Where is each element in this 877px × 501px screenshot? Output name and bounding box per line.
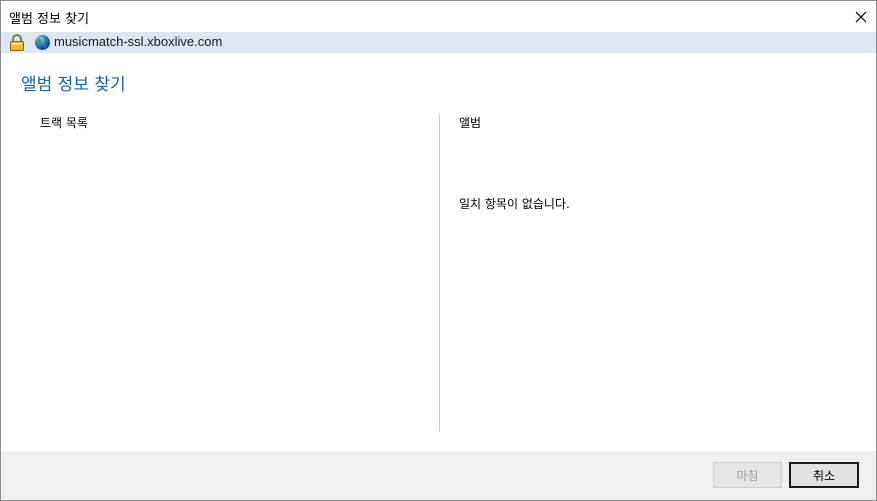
close-icon — [855, 11, 867, 22]
globe-icon — [35, 35, 50, 50]
finish-button[interactable]: 마침 — [713, 462, 782, 488]
cancel-button[interactable]: 취소 — [789, 462, 859, 488]
album-label: 앨범 — [459, 116, 482, 130]
close-button[interactable] — [846, 1, 876, 32]
no-match-message: 일치 항목이 없습니다. — [459, 197, 570, 211]
address-bar: musicmatch-ssl.xboxlive.com — [1, 32, 876, 53]
lock-icon — [10, 34, 24, 51]
column-divider — [439, 114, 440, 431]
page-title: 앨범 정보 찾기 — [21, 75, 126, 95]
window-title: 앨범 정보 찾기 — [9, 12, 90, 27]
track-list-label: 트랙 목록 — [40, 116, 88, 130]
title-bar: 앨범 정보 찾기 — [1, 1, 876, 32]
album-info-dialog: 앨범 정보 찾기 musicmatch-ssl.xboxlive.com 앨범 … — [0, 0, 877, 501]
address-url: musicmatch-ssl.xboxlive.com — [54, 34, 223, 49]
